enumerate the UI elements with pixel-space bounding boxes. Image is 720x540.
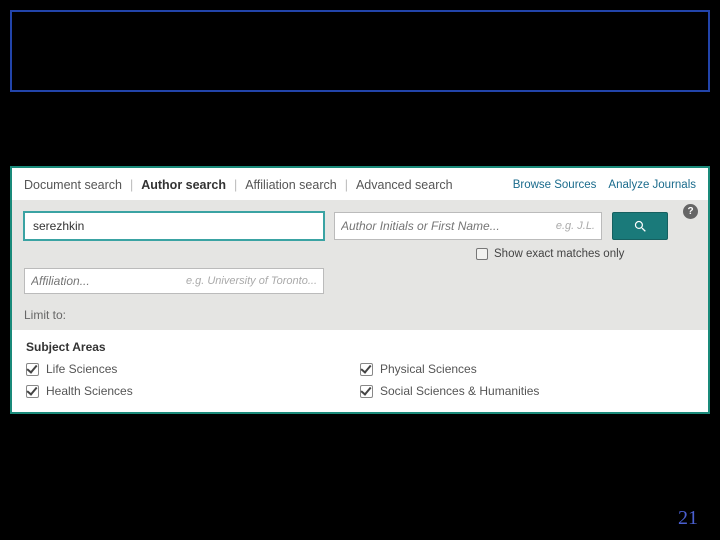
checkbox-social-sciences[interactable]: Social Sciences & Humanities	[360, 384, 694, 398]
link-analyze-journals[interactable]: Analyze Journals	[608, 179, 696, 191]
subject-areas-section: Subject Areas Life Sciences Health Scien…	[12, 330, 708, 412]
affiliation-hint: e.g. University of Toronto...	[111, 275, 317, 287]
page-number: 21	[678, 507, 698, 530]
checkbox-icon	[360, 385, 373, 398]
link-browse-sources[interactable]: Browse Sources	[513, 179, 597, 191]
search-form-area: ? e.g. J.L. Show exact matches only e.g.…	[12, 200, 708, 330]
affiliation-input[interactable]	[31, 274, 111, 288]
checkbox-label: Health Sciences	[46, 384, 133, 398]
affiliation-field[interactable]: e.g. University of Toronto...	[24, 268, 324, 294]
tab-separator: |	[345, 178, 348, 192]
tab-document-search[interactable]: Document search	[24, 178, 122, 192]
author-initials-input[interactable]	[341, 219, 556, 233]
help-icon[interactable]: ?	[683, 204, 698, 219]
checkbox-label: Life Sciences	[46, 362, 117, 376]
checkbox-life-sciences[interactable]: Life Sciences	[26, 362, 360, 376]
tab-affiliation-search[interactable]: Affiliation search	[245, 178, 337, 192]
name-row: e.g. J.L.	[24, 212, 696, 240]
initials-hint: e.g. J.L.	[556, 220, 595, 232]
exact-match-label: Show exact matches only	[494, 248, 624, 260]
checkbox-label: Social Sciences & Humanities	[380, 384, 539, 398]
checkbox-icon	[360, 363, 373, 376]
tab-separator: |	[130, 178, 133, 192]
search-panel: Document search | Author search | Affili…	[10, 166, 710, 414]
author-lastname-input[interactable]	[24, 212, 324, 240]
exact-match-checkbox[interactable]	[476, 248, 488, 260]
tab-author-search[interactable]: Author search	[141, 178, 226, 192]
exact-match-row: Show exact matches only	[24, 248, 696, 260]
subject-areas-grid: Life Sciences Health Sciences Physical S…	[26, 362, 694, 398]
subject-areas-title: Subject Areas	[26, 340, 694, 354]
title-box	[10, 10, 710, 92]
checkbox-label: Physical Sciences	[380, 362, 477, 376]
tab-separator: |	[234, 178, 237, 192]
checkbox-health-sciences[interactable]: Health Sciences	[26, 384, 360, 398]
checkbox-physical-sciences[interactable]: Physical Sciences	[360, 362, 694, 376]
author-initials-field[interactable]: e.g. J.L.	[334, 212, 602, 240]
search-icon	[633, 219, 648, 234]
search-button[interactable]	[612, 212, 668, 240]
search-tabs-row: Document search | Author search | Affili…	[12, 168, 708, 200]
subject-col-left: Life Sciences Health Sciences	[26, 362, 360, 398]
checkbox-icon	[26, 363, 39, 376]
checkbox-icon	[26, 385, 39, 398]
tab-advanced-search[interactable]: Advanced search	[356, 178, 453, 192]
limit-to-label: Limit to:	[24, 308, 696, 322]
subject-col-right: Physical Sciences Social Sciences & Huma…	[360, 362, 694, 398]
